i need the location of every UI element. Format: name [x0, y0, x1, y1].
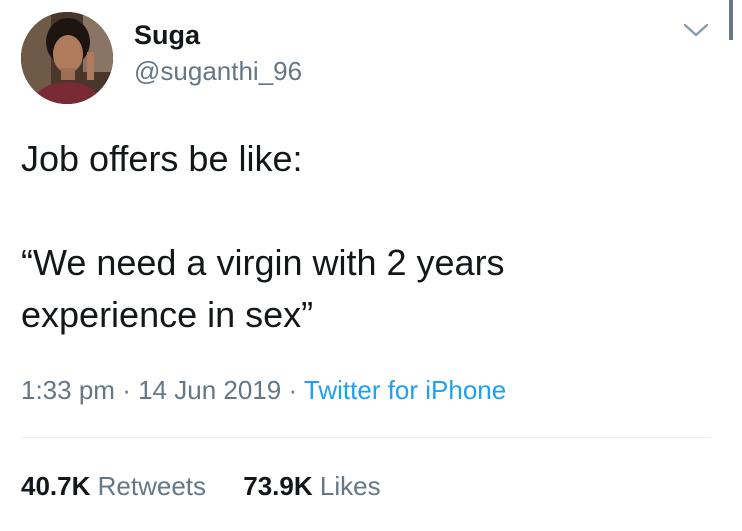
retweets-label: Retweets: [97, 471, 207, 501]
likes-stat[interactable]: 73.9K Likes: [243, 468, 380, 504]
tweet-source-link[interactable]: Twitter for iPhone: [304, 375, 506, 405]
retweets-stat[interactable]: 40.7K Retweets: [21, 468, 206, 504]
retweets-count: 40.7K: [21, 471, 91, 501]
meta-separator: ·: [288, 375, 298, 405]
display-name[interactable]: Suga: [134, 19, 200, 51]
divider: [21, 437, 711, 438]
tweet-date[interactable]: 14 Jun 2019: [138, 375, 281, 405]
meta-separator: ·: [122, 375, 131, 405]
user-handle[interactable]: @suganthi_96: [134, 55, 302, 87]
chevron-down-icon[interactable]: [681, 20, 711, 40]
likes-count: 73.9K: [243, 471, 313, 501]
tweet-text: Job offers be like: “We need a virgin wi…: [21, 138, 505, 335]
tweet-time[interactable]: 1:33 pm: [21, 375, 115, 405]
tweet-meta: 1:33 pm · 14 Jun 2019 · Twitter for iPho…: [21, 372, 506, 408]
tweet-stats: 40.7K Retweets 73.9K Likes: [21, 468, 411, 504]
avatar-photo: [21, 12, 113, 104]
likes-label: Likes: [319, 471, 381, 501]
edge-divider: [729, 0, 733, 40]
tweet-card: Suga @suganthi_96 Job offers be like: “W…: [0, 0, 742, 531]
avatar[interactable]: [21, 12, 113, 104]
